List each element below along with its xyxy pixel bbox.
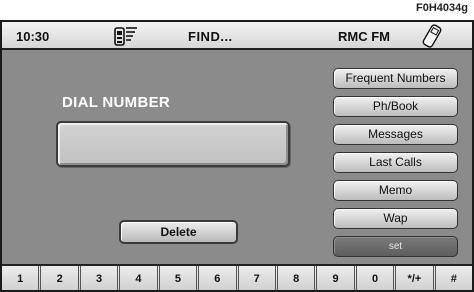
menu-item-frequent-numbers[interactable]: Frequent Numbers bbox=[333, 68, 458, 89]
delete-button[interactable]: Delete bbox=[119, 220, 238, 244]
key-6[interactable]: 6 bbox=[199, 266, 239, 290]
mode-label: FIND... bbox=[188, 29, 233, 44]
dial-number-title: DIAL NUMBER bbox=[62, 94, 171, 111]
key-7[interactable]: 7 bbox=[238, 266, 278, 290]
clock: 10:30 bbox=[16, 29, 50, 44]
phone-signal-icon bbox=[114, 25, 138, 52]
menu-item-phonebook[interactable]: Ph/Book bbox=[333, 96, 458, 117]
key-star-plus[interactable]: */+ bbox=[396, 266, 436, 290]
menu-item-last-calls[interactable]: Last Calls bbox=[333, 152, 458, 173]
key-4[interactable]: 4 bbox=[120, 266, 160, 290]
figure-code: F0H4034g bbox=[416, 2, 468, 14]
key-2[interactable]: 2 bbox=[41, 266, 81, 290]
mobile-phone-icon bbox=[421, 24, 443, 53]
keypad: 1 2 3 4 5 6 7 8 9 0 */+ # bbox=[2, 264, 472, 290]
key-8[interactable]: 8 bbox=[277, 266, 318, 290]
status-bar: 10:30 FIND... RMC FM bbox=[2, 22, 472, 50]
key-0[interactable]: 0 bbox=[356, 266, 397, 290]
key-9[interactable]: 9 bbox=[317, 266, 357, 290]
menu-item-set[interactable]: set bbox=[333, 236, 458, 257]
display-screen: 10:30 FIND... RMC FM DIAL NUMBER Delete … bbox=[0, 20, 474, 292]
radio-station: RMC FM bbox=[338, 29, 390, 44]
menu-item-memo[interactable]: Memo bbox=[333, 180, 458, 201]
key-1[interactable]: 1 bbox=[2, 266, 42, 290]
key-5[interactable]: 5 bbox=[159, 266, 200, 290]
key-3[interactable]: 3 bbox=[80, 266, 121, 290]
key-hash[interactable]: # bbox=[435, 266, 472, 290]
menu-item-wap[interactable]: Wap bbox=[333, 208, 458, 229]
menu-item-messages[interactable]: Messages bbox=[333, 124, 458, 145]
number-entry-field[interactable] bbox=[56, 121, 290, 167]
